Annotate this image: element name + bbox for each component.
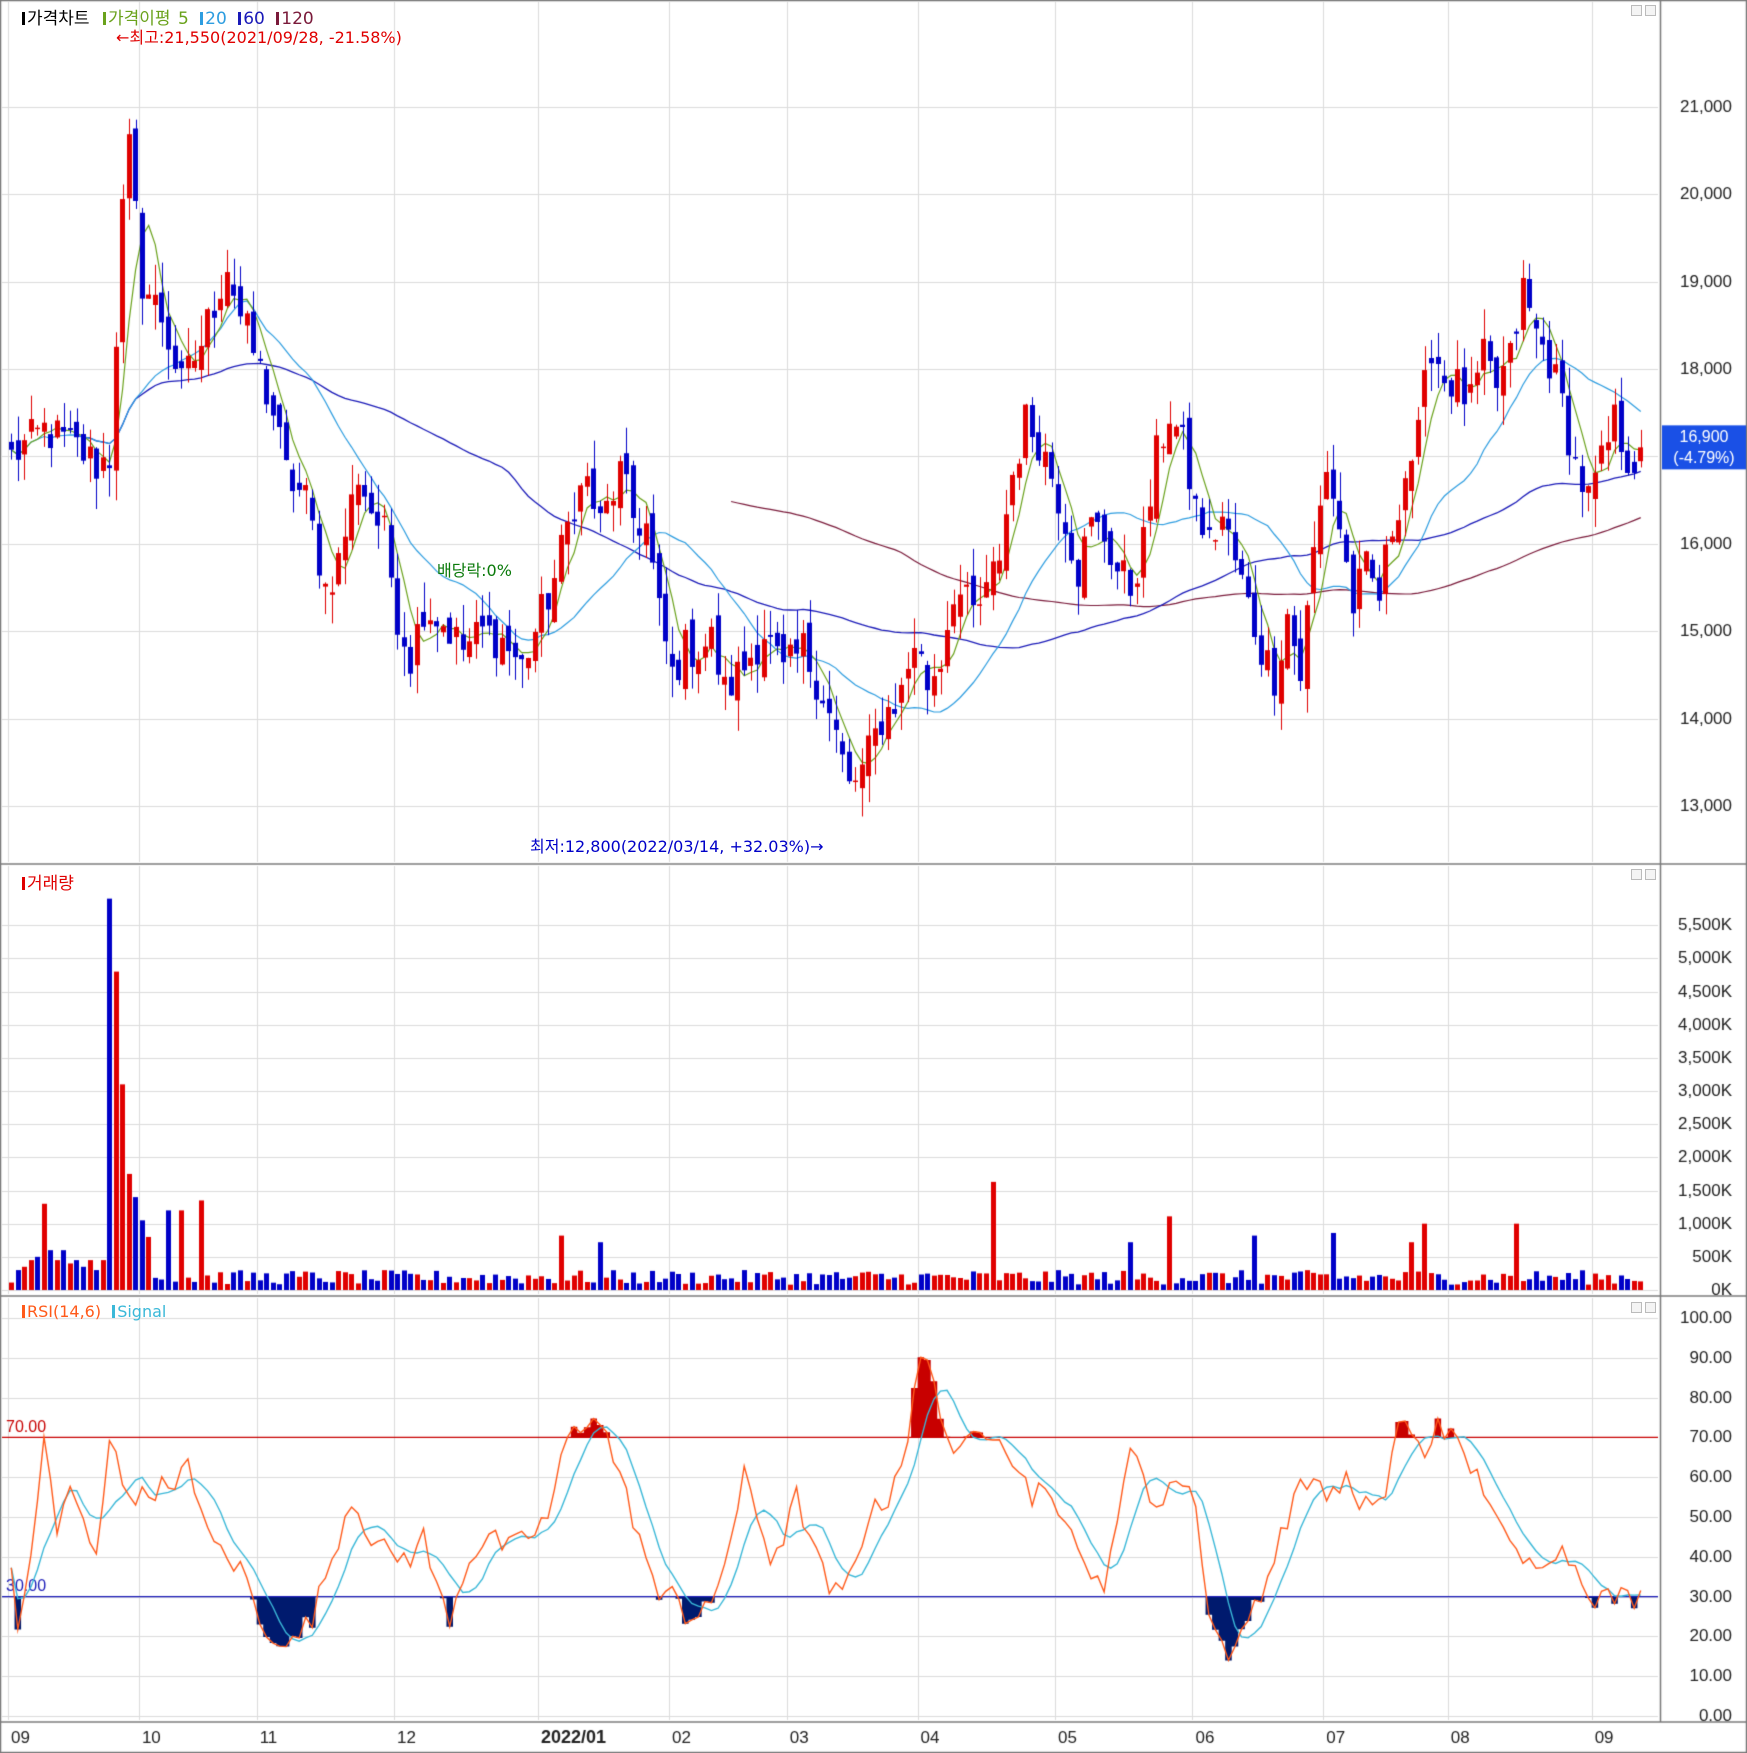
- stock-chart-canvas[interactable]: [0, 0, 1747, 1753]
- rsi-legend-title: RSI(14,6): [27, 1302, 102, 1321]
- rsi-panel-close-icon[interactable]: [1645, 1302, 1656, 1313]
- volume-panel-minimize-icon[interactable]: [1631, 869, 1642, 880]
- rsi-legend-marker: [22, 1305, 25, 1318]
- signal-legend-marker: [112, 1305, 116, 1318]
- volume-panel-close-icon[interactable]: [1645, 869, 1656, 880]
- rsi-panel-minimize-icon[interactable]: [1631, 1302, 1642, 1313]
- volume-legend: 거래량: [22, 869, 76, 894]
- price-panel-minimize-icon[interactable]: [1631, 5, 1642, 16]
- ma-legend-marker: [102, 12, 106, 25]
- rsi-legend: RSI(14,6) Signal: [22, 1302, 168, 1321]
- volume-legend-marker: [22, 877, 25, 890]
- volume-legend-title: 거래량: [27, 874, 74, 894]
- high-annotation: ←최고:21,550(2021/09/28, -21.58%): [116, 28, 402, 47]
- dividend-annotation: 배당락:0%: [437, 561, 512, 580]
- low-annotation: 최저:12,800(2022/03/14, +32.03%)→: [530, 837, 824, 856]
- price-panel-close-icon[interactable]: [1645, 5, 1656, 16]
- signal-legend-title: Signal: [117, 1302, 167, 1321]
- price-legend-title: 가격차트: [27, 9, 90, 29]
- price-legend-marker: [22, 12, 25, 25]
